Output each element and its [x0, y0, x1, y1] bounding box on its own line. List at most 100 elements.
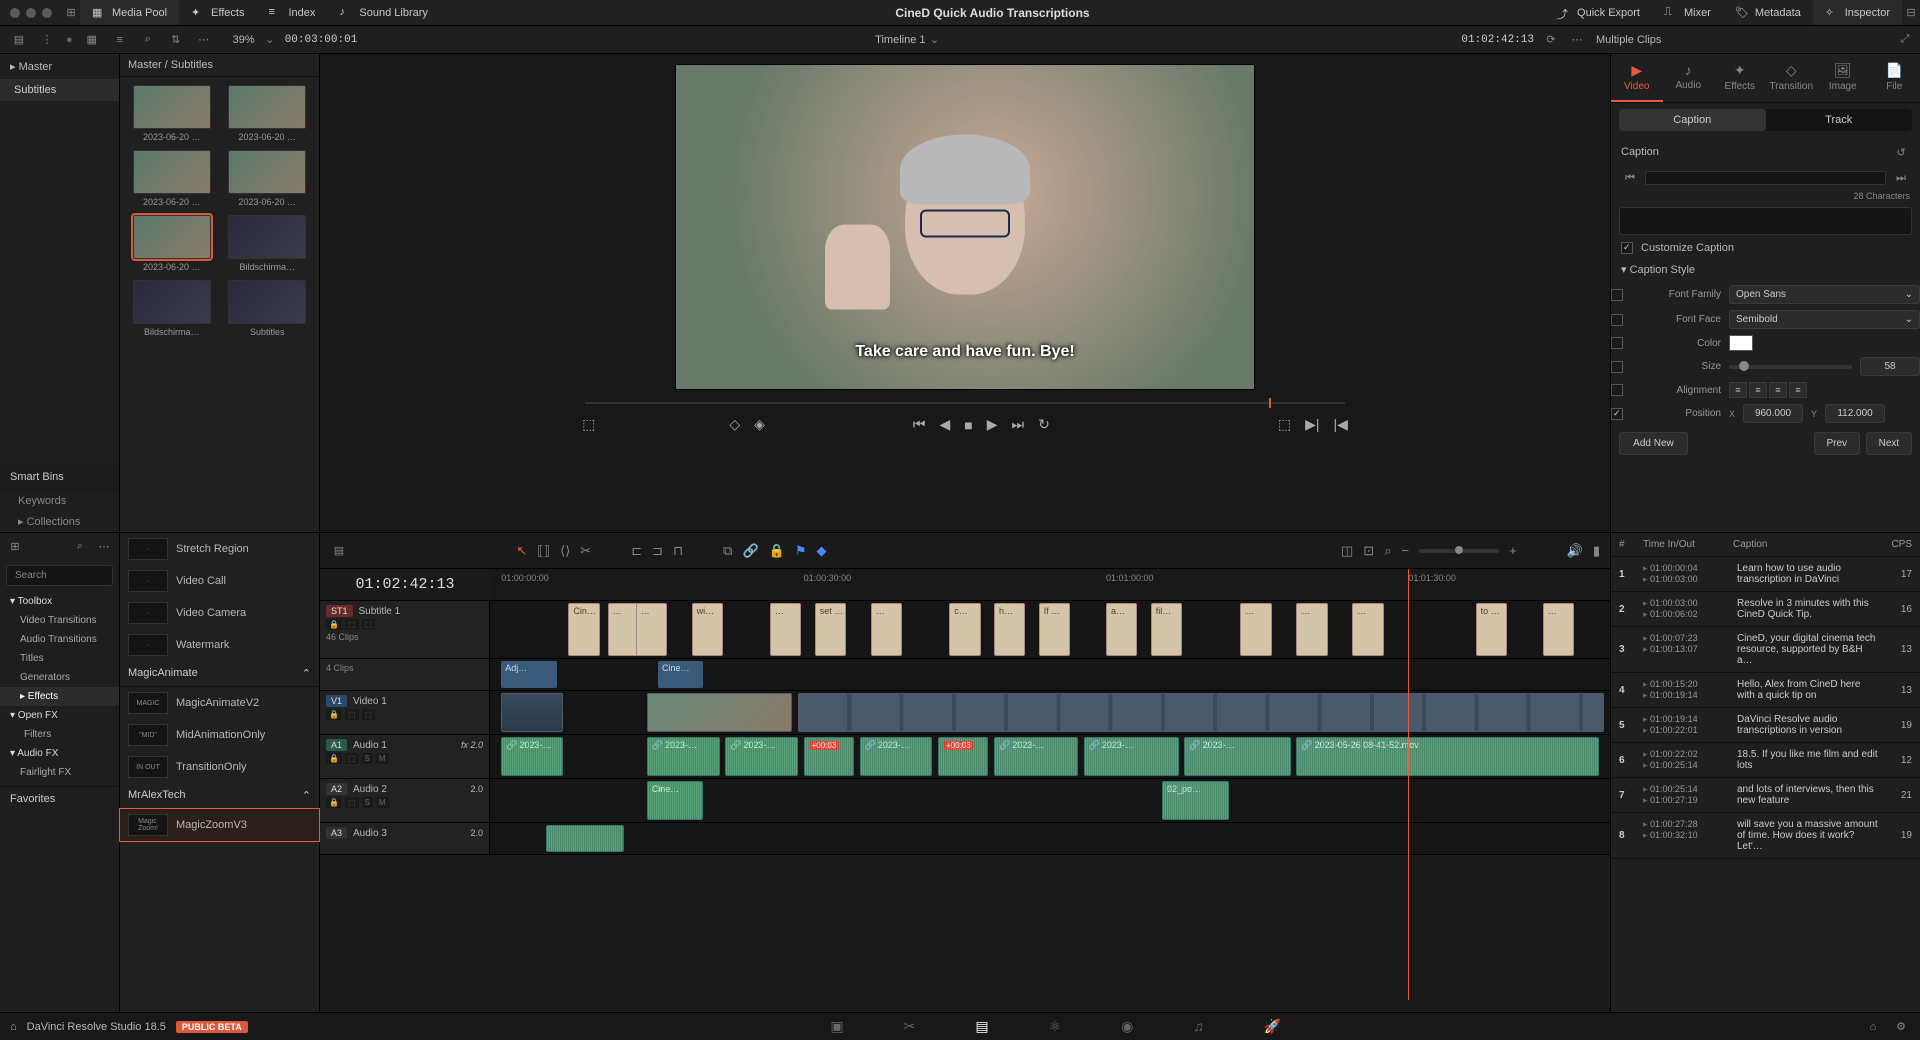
next-caption-icon[interactable]: ⏭	[1892, 169, 1910, 187]
in-out-icon[interactable]: ⬚	[1278, 416, 1291, 433]
chevron-down-icon[interactable]: ⌄	[261, 31, 279, 49]
track-header-a1[interactable]: A1Audio 1fx 2.0 🔒⬚SM	[320, 735, 490, 778]
tab-inspector[interactable]: ✧Inspector	[1813, 0, 1902, 25]
caption-text-input[interactable]	[1619, 207, 1912, 235]
tab-effects[interactable]: ✦Effects	[179, 0, 256, 25]
fx-group[interactable]: Titles	[0, 649, 119, 668]
size-slider[interactable]	[1729, 365, 1852, 369]
audio-clip[interactable]: 🔗2023-…	[1084, 737, 1179, 776]
subtitle-clip[interactable]: to …	[1476, 603, 1507, 656]
fx-group[interactable]: ▸ Effects	[0, 687, 119, 706]
media-thumb[interactable]: Bildschirma…	[224, 215, 312, 272]
fx-item[interactable]: ·Stretch Region	[120, 533, 319, 565]
subtitle-clip[interactable]: If …	[1039, 603, 1070, 656]
fx-group[interactable]: Fairlight FX	[0, 763, 119, 782]
panel-toggle-icon[interactable]: ⊟	[1902, 4, 1920, 22]
caption-row[interactable]: 501:00:19:1401:00:22:01DaVinci Resolve a…	[1611, 708, 1920, 743]
program-monitor[interactable]: Take care and have fun. Bye!	[675, 64, 1255, 390]
subtitle-clip[interactable]: …	[636, 603, 667, 656]
subtitle-clip[interactable]: Cin…	[568, 603, 599, 656]
smart-bin-keywords[interactable]: Keywords	[0, 491, 119, 511]
color-swatch[interactable]	[1729, 335, 1753, 351]
first-frame-icon[interactable]: ⏮	[913, 416, 926, 433]
fx-group[interactable]: Video Transitions	[0, 611, 119, 630]
trim-tool-icon[interactable]: ⟦⟧	[537, 543, 550, 559]
divider-icon[interactable]: ⋮	[38, 31, 56, 49]
chevron-down-icon[interactable]: ⌄	[926, 31, 944, 49]
more-icon[interactable]: ⋯	[1568, 31, 1586, 49]
media-thumb[interactable]: 2023-06-20 …	[128, 215, 216, 272]
audio-clip[interactable]: 🔗2023-…	[501, 737, 563, 776]
lock-icon[interactable]: 🔒	[769, 543, 785, 559]
track-v1-lane[interactable]	[490, 691, 1610, 734]
media-thumb[interactable]: 2023-06-20 …	[128, 85, 216, 142]
caption-row[interactable]: 701:00:25:1401:00:27:19and lots of inter…	[1611, 778, 1920, 813]
subtitle-clip[interactable]: …	[1543, 603, 1574, 656]
thumb-view-icon[interactable]: ▦	[83, 31, 101, 49]
loop-icon[interactable]: ↻	[1038, 416, 1050, 433]
inspector-tab-audio[interactable]: ♪Audio	[1663, 54, 1715, 102]
smart-bins-header[interactable]: Smart Bins	[0, 463, 119, 491]
media-thumb[interactable]: Bildschirma…	[128, 280, 216, 337]
home-button-icon[interactable]: ⌂	[1864, 1018, 1882, 1036]
clip-compound[interactable]: Cine…	[658, 661, 703, 688]
sort-icon[interactable]: ⇅	[167, 31, 185, 49]
subtab-caption[interactable]: Caption	[1619, 109, 1766, 131]
page-color[interactable]: ◉	[1121, 1018, 1133, 1035]
bin-subtitles[interactable]: Subtitles	[0, 79, 119, 101]
tab-index[interactable]: ≡Index	[256, 0, 327, 25]
page-cut[interactable]: ✂	[904, 1018, 916, 1035]
caption-row[interactable]: 801:00:27:2801:00:32:10will save you a m…	[1611, 813, 1920, 859]
expand-icon[interactable]: ⤢	[1896, 31, 1914, 49]
media-thumb[interactable]: 2023-06-20 …	[128, 150, 216, 207]
fx-group[interactable]: Filters	[0, 725, 119, 744]
track-group-lane[interactable]: Adj… Cine…	[490, 659, 1610, 690]
list-view-icon[interactable]: ≡	[111, 31, 129, 49]
caption-row[interactable]: 401:00:15:2001:00:19:14Hello, Alex from …	[1611, 673, 1920, 708]
viewer-scrubber[interactable]	[585, 396, 1345, 410]
fx-group[interactable]: ▾ Toolbox	[0, 592, 119, 611]
marker-icon[interactable]: ◆	[816, 543, 826, 559]
track-a1-lane[interactable]: 🔗2023-…🔗2023-…🔗2023-…+00:03🔗2023-…+00:03…	[490, 735, 1610, 778]
insert-icon[interactable]: ⊏	[631, 543, 642, 559]
search-icon[interactable]: ⌕	[139, 31, 157, 49]
fx-item[interactable]: ·Video Camera	[120, 597, 319, 629]
inspector-tab-transition[interactable]: ◇Transition	[1766, 54, 1818, 102]
subtitle-clip[interactable]: …	[1296, 603, 1327, 656]
fx-group-magicanimate[interactable]: MagicAnimate⌃	[120, 661, 319, 687]
clip-adjustment[interactable]: Adj…	[501, 661, 557, 688]
home-icon[interactable]: ⌂	[10, 1021, 17, 1033]
tab-sound-library[interactable]: ♪Sound Library	[327, 0, 440, 25]
add-new-button[interactable]: Add New	[1619, 432, 1688, 455]
dynamic-trim-icon[interactable]: ⟨⟩	[560, 543, 570, 559]
zoom-out-icon[interactable]: −	[1401, 543, 1409, 558]
zoom-level[interactable]: 39%	[233, 34, 255, 46]
tab-mixer[interactable]: ⎍Mixer	[1652, 0, 1723, 25]
subtitle-clip[interactable]: wi…	[692, 603, 723, 656]
play-icon[interactable]: ▶	[987, 416, 998, 433]
subtitle-clip[interactable]: a…	[1106, 603, 1137, 656]
media-thumb[interactable]: 2023-06-20 …	[224, 85, 312, 142]
replace-icon[interactable]: ⊓	[673, 543, 683, 559]
page-deliver[interactable]: 🚀	[1264, 1018, 1281, 1035]
fx-item[interactable]: MAGICMagicAnimateV2	[120, 687, 319, 719]
master-bin[interactable]: ▸ Master	[0, 54, 119, 79]
audio-clip[interactable]: 🔗2023-…	[994, 737, 1078, 776]
track-header-group[interactable]: 4 Clips	[320, 659, 490, 690]
audio-clip[interactable]: 🔗2023-…	[725, 737, 798, 776]
flag-icon[interactable]: ⚑	[795, 543, 807, 559]
step-back-icon[interactable]: ◀	[939, 416, 950, 433]
alignment-buttons[interactable]: ≡≡≡≡	[1729, 382, 1807, 398]
subtitle-clip[interactable]: fil…	[1151, 603, 1182, 656]
settings-icon[interactable]: ⚙	[1892, 1018, 1910, 1036]
window-controls[interactable]	[0, 8, 62, 18]
tab-metadata[interactable]: 🏷Metadata	[1723, 0, 1813, 25]
size-input[interactable]: 58	[1860, 357, 1920, 376]
audio-clip[interactable]: 🔗2023-…	[647, 737, 720, 776]
sync-icon[interactable]: ⟳	[1542, 31, 1560, 49]
track-header-a3[interactable]: A3Audio 32.0	[320, 823, 490, 854]
zoom-detail-icon[interactable]: ⊡	[1363, 543, 1374, 559]
fx-group[interactable]: Audio Transitions	[0, 630, 119, 649]
font-family-select[interactable]: Open Sans ⌄	[1729, 285, 1920, 304]
subtitle-clip[interactable]: c…	[949, 603, 980, 656]
